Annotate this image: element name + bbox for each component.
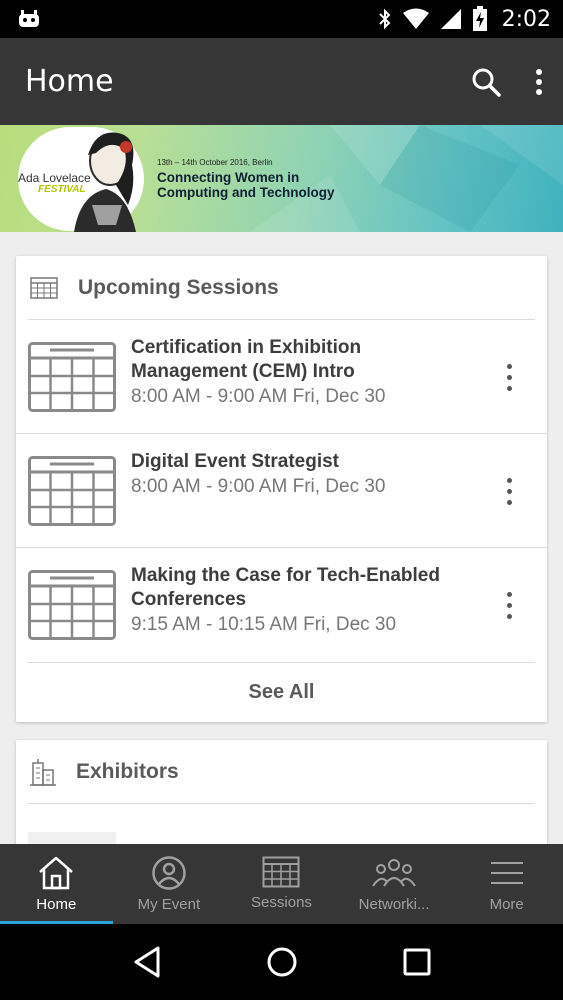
calendar-icon xyxy=(28,456,116,526)
session-row[interactable]: Certification in Exhibition Management (… xyxy=(16,320,547,434)
cell-signal-icon xyxy=(440,9,461,29)
event-banner[interactable]: Ada Lovelace FESTIVAL 13th – 14th Octobe… xyxy=(0,125,563,232)
see-all-button[interactable]: See All xyxy=(28,662,535,722)
back-icon[interactable] xyxy=(132,945,162,979)
calendar-grid-icon xyxy=(262,856,300,888)
session-row[interactable]: Digital Event Strategist 8:00 AM - 9:00 … xyxy=(16,434,547,548)
nav-home[interactable]: Home xyxy=(0,844,113,924)
home-icon xyxy=(39,856,74,890)
banner-logo-name: Ada Lovelace xyxy=(18,171,91,185)
nav-label: Networki... xyxy=(358,896,430,913)
calendar-icon xyxy=(28,342,116,412)
bluetooth-icon xyxy=(378,8,391,30)
nav-my-event[interactable]: My Event xyxy=(113,844,226,924)
android-notification-icon xyxy=(19,10,39,27)
status-time: 2:02 xyxy=(501,6,551,32)
system-navigation-bar xyxy=(0,924,563,1000)
nav-networking[interactable]: Networki... xyxy=(338,844,451,924)
upcoming-sessions-card: Upcoming Sessions Certification in Exhib… xyxy=(16,256,547,722)
recents-icon[interactable] xyxy=(403,948,431,976)
calendar-icon xyxy=(28,570,116,640)
nav-more[interactable]: More xyxy=(450,844,563,924)
exhibitors-header: Exhibitors xyxy=(28,740,535,804)
page-title: Home xyxy=(25,64,114,99)
battery-charging-icon xyxy=(472,6,487,31)
nav-label: Sessions xyxy=(251,894,312,911)
schedule-grid-icon xyxy=(30,276,58,299)
session-options-icon[interactable] xyxy=(505,592,513,620)
upcoming-sessions-header: Upcoming Sessions xyxy=(28,256,535,320)
nav-label: My Event xyxy=(137,896,201,913)
session-time: 8:00 AM - 9:00 AM Fri, Dec 30 xyxy=(131,476,386,497)
session-options-icon[interactable] xyxy=(505,478,513,506)
exhibitors-title: Exhibitors xyxy=(76,759,179,783)
home-circle-icon[interactable] xyxy=(266,946,298,978)
nav-label: Home xyxy=(36,896,77,913)
search-icon[interactable] xyxy=(471,67,501,97)
session-time: 8:00 AM - 9:00 AM Fri, Dec 30 xyxy=(131,386,386,407)
building-icon xyxy=(30,758,56,786)
user-circle-icon xyxy=(152,856,186,890)
wifi-icon xyxy=(402,8,429,29)
app-bar: Home xyxy=(0,38,563,125)
nav-sessions[interactable]: Sessions xyxy=(225,844,338,924)
session-time: 9:15 AM - 10:15 AM Fri, Dec 30 xyxy=(131,614,397,635)
session-title: Digital Event Strategist xyxy=(131,451,339,472)
session-title: Making the Case for Tech-Enabled Confere… xyxy=(131,565,440,610)
session-options-icon[interactable] xyxy=(505,364,513,392)
upcoming-sessions-title: Upcoming Sessions xyxy=(78,275,279,299)
banner-title: Connecting Women in Computing and Techno… xyxy=(157,170,335,200)
banner-logo-sub: FESTIVAL xyxy=(38,184,86,195)
session-title: Certification in Exhibition Management (… xyxy=(131,337,362,382)
overflow-menu-icon[interactable] xyxy=(535,68,543,96)
bottom-navigation: Home My Event Sessions Networki... More xyxy=(0,844,563,924)
banner-dates: 13th – 14th October 2016, Berlin xyxy=(157,158,273,167)
status-bar: 2:02 xyxy=(0,0,563,38)
people-group-icon xyxy=(372,859,416,887)
hamburger-menu-icon xyxy=(490,862,523,884)
nav-label: More xyxy=(489,896,524,913)
session-row[interactable]: Making the Case for Tech-Enabled Confere… xyxy=(16,548,547,662)
exhibitor-thumbnail[interactable] xyxy=(28,832,116,844)
